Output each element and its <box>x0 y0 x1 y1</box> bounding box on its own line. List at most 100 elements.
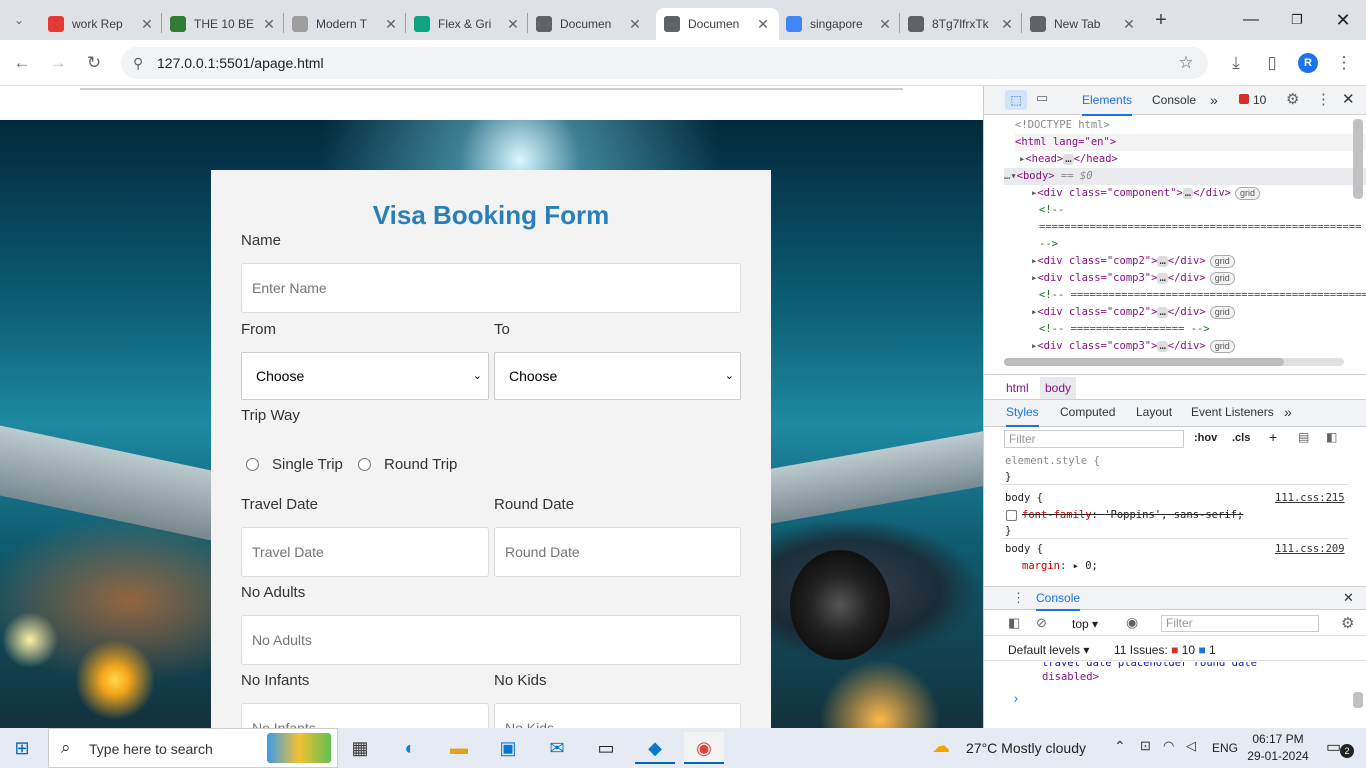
forward-icon[interactable]: → <box>45 50 71 76</box>
new-rule-icon[interactable]: + <box>1269 429 1277 445</box>
restore-button[interactable]: ❐ <box>1274 0 1320 40</box>
comment-close[interactable]: --> <box>1039 236 1058 253</box>
tab-elements[interactable]: Elements <box>1082 86 1133 116</box>
weather-text[interactable]: 27°C Mostly cloudy <box>966 740 1086 756</box>
round-date-input[interactable]: Round Date <box>494 527 741 577</box>
network-icon[interactable]: ⊡ <box>1140 738 1151 754</box>
dom-line-comp3-b[interactable]: ▸<div class="comp3">… </div> grid <box>1031 338 1235 355</box>
browser-tab[interactable]: Documen ✕ <box>656 8 779 40</box>
styles-filter-input[interactable]: Filter <box>1004 430 1184 448</box>
element-style-selector[interactable]: element.style { <box>1005 453 1100 470</box>
rule2-declaration[interactable]: margin: ▸ 0; <box>1022 558 1098 575</box>
grid-badge[interactable]: grid <box>1235 187 1261 200</box>
browser-tab[interactable]: singapore ✕ <box>778 8 901 40</box>
dom-line-component[interactable]: ▸<div class="component">… </div> grid <box>1031 185 1261 202</box>
tab-computed[interactable]: Computed <box>1060 400 1115 425</box>
comment-open[interactable]: <!-- <box>1039 202 1064 219</box>
dom-line-comp3[interactable]: ▸<div class="comp3">… </div> grid <box>1031 270 1235 287</box>
comment-body[interactable]: ========================================… <box>1039 219 1361 236</box>
breadcrumb-html[interactable]: html <box>1006 381 1029 395</box>
breadcrumb-body[interactable]: body <box>1040 377 1077 399</box>
live-expression-eye-icon[interactable]: ◉ <box>1126 614 1138 631</box>
close-tab-icon[interactable]: ✕ <box>1121 16 1137 33</box>
round-trip-radio[interactable] <box>358 458 371 471</box>
comment-line-2[interactable]: <!-- ===================================… <box>1039 287 1366 304</box>
side-panel-icon[interactable]: ▯ <box>1259 50 1285 76</box>
task-view-icon[interactable]: ▦ <box>340 732 380 764</box>
context-select[interactable]: top ▾ <box>1072 617 1098 631</box>
more-style-tabs-icon[interactable]: » <box>1284 400 1292 425</box>
mail-icon[interactable]: ✉ <box>537 732 577 764</box>
tab-layout[interactable]: Layout <box>1136 400 1172 425</box>
device-toolbar-icon[interactable]: ▭ <box>1036 90 1048 106</box>
reload-icon[interactable]: ↻ <box>81 50 107 76</box>
close-devtools-icon[interactable]: ✕ <box>1342 90 1355 108</box>
console-prompt[interactable]: › <box>1012 691 1020 708</box>
console-settings-gear-icon[interactable]: ⚙ <box>1341 614 1354 632</box>
element-state-icon[interactable]: ▤ <box>1298 430 1309 444</box>
notification-icon[interactable]: ▭ <box>1326 737 1341 757</box>
close-tab-icon[interactable]: ✕ <box>999 16 1015 33</box>
tab-styles[interactable]: Styles <box>1006 400 1039 427</box>
from-select[interactable]: Choose ⌄ <box>241 352 489 400</box>
start-windows-icon[interactable]: ⊞ <box>2 732 42 764</box>
profile-avatar[interactable]: R <box>1298 53 1318 73</box>
close-tab-icon[interactable]: ✕ <box>139 16 155 33</box>
single-trip-radio[interactable] <box>246 458 259 471</box>
body-line[interactable]: …▾<body> == $0 <box>1004 168 1366 185</box>
settings-gear-icon[interactable]: ⚙ <box>1286 90 1299 108</box>
browser-tab[interactable]: Modern T ✕ <box>284 8 407 40</box>
address-bar[interactable]: ⚲ 127.0.0.1:5501/apage.html <box>121 47 1208 79</box>
close-tab-icon[interactable]: ✕ <box>755 16 771 33</box>
close-tab-icon[interactable]: ✕ <box>505 16 521 33</box>
grid-badge[interactable]: grid <box>1209 306 1235 319</box>
sidebar-toggle-icon[interactable]: ◧ <box>1326 430 1337 444</box>
tab-event-listeners[interactable]: Event Listeners <box>1191 400 1274 425</box>
horizontal-scrollbar[interactable] <box>1004 358 1344 366</box>
edge-icon[interactable]: ◐ <box>390 732 430 764</box>
back-icon[interactable]: ← <box>9 50 35 76</box>
grid-badge[interactable]: grid <box>1209 340 1235 353</box>
cls-toggle[interactable]: .cls <box>1232 432 1250 444</box>
rule1-checkbox[interactable] <box>1006 510 1017 521</box>
console-sidebar-icon[interactable]: ◧ <box>1008 615 1020 631</box>
menu-icon[interactable]: ⋮ <box>1331 50 1357 76</box>
new-tab-button[interactable]: + <box>1148 7 1174 33</box>
clock-date[interactable]: 29-01-2024 <box>1244 749 1312 763</box>
language-indicator[interactable]: ENG <box>1212 741 1238 755</box>
error-count[interactable]: 10 <box>1253 93 1266 107</box>
travel-date-input[interactable]: Travel Date <box>241 527 489 577</box>
doctype-line[interactable]: <!DOCTYPE html> <box>1015 117 1110 134</box>
hov-toggle[interactable]: :hov <box>1194 432 1217 444</box>
kids-input[interactable]: No Kids <box>494 703 741 728</box>
tab-search-icon[interactable]: ⌄ <box>6 7 32 33</box>
rule2-selector[interactable]: body { <box>1005 541 1043 558</box>
rule2-source-link[interactable]: 111.css:209 <box>1275 541 1345 558</box>
html-line[interactable]: <html lang="en"> <box>1015 134 1365 151</box>
close-window-button[interactable]: ✕ <box>1320 0 1366 40</box>
rule1-declaration[interactable]: font-family: 'Poppins', sans-serif; <box>1022 507 1243 524</box>
wifi-icon[interactable]: ◠ <box>1163 738 1174 754</box>
inspect-element-icon[interactable]: ⬚ <box>1005 90 1027 110</box>
browser-tab[interactable]: New Tab ✕ <box>1022 8 1145 40</box>
site-info-icon[interactable]: ⚲ <box>133 47 143 79</box>
console-filter-input[interactable]: Filter <box>1161 615 1319 632</box>
head-line[interactable]: ▸<head>… </head> <box>1019 151 1118 168</box>
clock-time[interactable]: 06:17 PM <box>1248 732 1308 746</box>
comment-line-3[interactable]: <!-- ================== --> <box>1039 321 1210 338</box>
close-tab-icon[interactable]: ✕ <box>627 16 643 33</box>
grid-badge[interactable]: grid <box>1209 272 1235 285</box>
issues-count[interactable]: 11 Issues: ■ 10 ■ 1 <box>1114 643 1216 657</box>
tray-chevron-icon[interactable]: ⌃ <box>1114 738 1126 755</box>
drawer-menu-icon[interactable]: ⋮ <box>1012 590 1025 606</box>
browser-tab[interactable]: Flex & Gri ✕ <box>406 8 529 40</box>
dom-line-comp2[interactable]: ▸<div class="comp2">… </div> grid <box>1031 253 1235 270</box>
rule1-selector[interactable]: body { <box>1005 490 1043 507</box>
rule1-source-link[interactable]: 111.css:215 <box>1275 490 1345 507</box>
chrome-icon[interactable]: ◉ <box>684 732 724 764</box>
close-tab-icon[interactable]: ✕ <box>877 16 893 33</box>
store-icon[interactable]: ▣ <box>488 732 528 764</box>
minimize-button[interactable]: — <box>1228 0 1274 40</box>
browser-tab[interactable]: Documen ✕ <box>528 8 651 40</box>
adults-input[interactable]: No Adults <box>241 615 741 665</box>
